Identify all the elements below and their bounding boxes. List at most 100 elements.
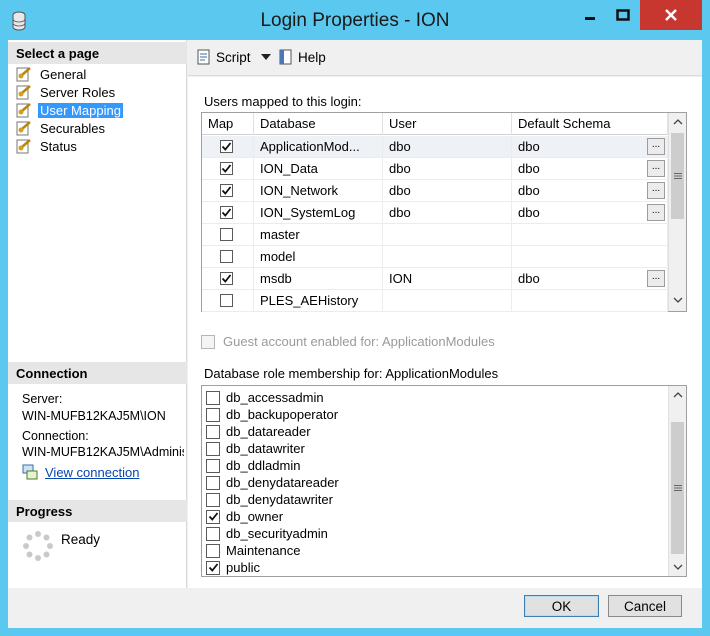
toolbar: Script Help: [188, 40, 702, 76]
user-cell[interactable]: dbo: [383, 180, 512, 202]
role-checkbox[interactable]: [206, 492, 220, 507]
default-schema-cell[interactable]: dbo...: [512, 136, 668, 158]
role-item[interactable]: db_backupoperator: [206, 406, 338, 423]
role-membership-label: Database role membership for: Applicatio…: [204, 366, 499, 381]
sidebar-item-label: Status: [40, 138, 77, 154]
role-item[interactable]: db_securityadmin: [206, 525, 328, 542]
database-cell: model: [254, 246, 383, 268]
scroll-down-button[interactable]: [669, 558, 686, 576]
map-checkbox[interactable]: [220, 140, 233, 153]
help-label: Help: [298, 49, 326, 65]
minimize-icon: [584, 17, 595, 20]
table-row[interactable]: ION_Network dbo dbo...: [202, 180, 668, 202]
table-row[interactable]: PLES_AEHistory: [202, 290, 668, 312]
role-checkbox[interactable]: [206, 458, 220, 473]
database-cell: ION_Network: [254, 180, 383, 202]
role-label: db_owner: [226, 509, 284, 524]
role-item[interactable]: db_ddladmin: [206, 457, 300, 474]
close-button[interactable]: [640, 0, 702, 30]
default-schema-cell[interactable]: dbo...: [512, 268, 668, 290]
table-row[interactable]: master: [202, 224, 668, 246]
column-header-map[interactable]: Map: [202, 113, 254, 135]
scroll-down-button[interactable]: [669, 291, 687, 309]
help-button[interactable]: Help: [278, 49, 326, 65]
map-cell: [202, 246, 254, 268]
scroll-thumb[interactable]: [671, 422, 684, 554]
browse-schema-button[interactable]: ...: [647, 270, 665, 287]
default-schema-cell[interactable]: dbo...: [512, 202, 668, 224]
scroll-thumb[interactable]: [671, 133, 684, 219]
user-cell[interactable]: [383, 224, 512, 246]
column-header-user[interactable]: User: [383, 113, 512, 135]
sidebar-item-label: General: [40, 66, 87, 82]
role-checkbox[interactable]: [206, 475, 220, 490]
roles-vertical-scrollbar[interactable]: [668, 386, 686, 576]
chevron-up-icon: [673, 392, 683, 398]
sidebar-item-user-mapping[interactable]: User Mapping: [16, 101, 123, 119]
default-schema-cell[interactable]: [512, 224, 668, 246]
sidebar-item-server-roles[interactable]: Server Roles: [16, 83, 117, 101]
user-cell[interactable]: dbo: [383, 202, 512, 224]
role-checkbox[interactable]: [206, 509, 220, 524]
table-row[interactable]: ApplicationMod... dbo dbo...: [202, 136, 668, 158]
script-button[interactable]: Script: [196, 49, 277, 65]
user-cell[interactable]: dbo: [383, 136, 512, 158]
role-item[interactable]: db_accessadmin: [206, 389, 324, 406]
checkmark-icon: [221, 208, 232, 217]
role-checkbox[interactable]: [206, 560, 220, 575]
users-mapped-grid[interactable]: Map Database User Default Schema Applica…: [201, 112, 687, 312]
table-row[interactable]: ION_Data dbo dbo...: [202, 158, 668, 180]
scroll-up-button[interactable]: [669, 386, 686, 404]
table-row[interactable]: msdb ION dbo...: [202, 268, 668, 290]
user-cell[interactable]: [383, 290, 512, 312]
map-checkbox[interactable]: [220, 272, 233, 285]
default-schema-cell[interactable]: dbo...: [512, 180, 668, 202]
view-connection-link[interactable]: View connection: [45, 465, 139, 480]
column-header-default-schema[interactable]: Default Schema: [512, 113, 668, 135]
sidebar-item-securables[interactable]: Securables: [16, 119, 107, 137]
browse-schema-button[interactable]: ...: [647, 160, 665, 177]
map-checkbox[interactable]: [220, 250, 233, 263]
browse-schema-button[interactable]: ...: [647, 182, 665, 199]
user-cell[interactable]: dbo: [383, 158, 512, 180]
ok-button[interactable]: OK: [524, 595, 599, 617]
role-checkbox[interactable]: [206, 424, 220, 439]
role-item[interactable]: db_owner: [206, 508, 283, 525]
role-item[interactable]: db_datareader: [206, 423, 311, 440]
default-schema-cell[interactable]: [512, 246, 668, 268]
maximize-button[interactable]: [606, 0, 639, 30]
browse-schema-button[interactable]: ...: [647, 204, 665, 221]
default-schema-cell[interactable]: dbo...: [512, 158, 668, 180]
grid-vertical-scrollbar[interactable]: [668, 113, 686, 311]
role-item[interactable]: db_datawriter: [206, 440, 305, 457]
role-item[interactable]: db_denydatareader: [206, 474, 339, 491]
table-row[interactable]: model: [202, 246, 668, 268]
user-cell[interactable]: [383, 246, 512, 268]
sidebar-item-general[interactable]: General: [16, 65, 88, 83]
role-membership-list[interactable]: db_accessadmin db_backupoperator db_datare…: [201, 385, 687, 577]
map-checkbox[interactable]: [220, 294, 233, 307]
sidebar-item-status[interactable]: Status: [16, 137, 79, 155]
map-checkbox[interactable]: [220, 206, 233, 219]
role-checkbox[interactable]: [206, 543, 220, 558]
role-checkbox[interactable]: [206, 407, 220, 422]
user-cell[interactable]: ION: [383, 268, 512, 290]
map-checkbox[interactable]: [220, 184, 233, 197]
role-item[interactable]: public: [206, 559, 260, 576]
map-checkbox[interactable]: [220, 162, 233, 175]
title-bar[interactable]: Login Properties - ION: [0, 0, 710, 40]
role-item[interactable]: Maintenance: [206, 542, 300, 559]
role-checkbox[interactable]: [206, 526, 220, 541]
role-checkbox[interactable]: [206, 390, 220, 405]
map-checkbox[interactable]: [220, 228, 233, 241]
guest-account-checkbox[interactable]: [201, 334, 215, 349]
default-schema-cell[interactable]: [512, 290, 668, 312]
minimize-button[interactable]: [573, 0, 606, 30]
role-checkbox[interactable]: [206, 441, 220, 456]
browse-schema-button[interactable]: ...: [647, 138, 665, 155]
cancel-button[interactable]: Cancel: [608, 595, 682, 617]
scroll-up-button[interactable]: [669, 113, 687, 131]
role-item[interactable]: db_denydatawriter: [206, 491, 333, 508]
column-header-database[interactable]: Database: [254, 113, 383, 135]
table-row[interactable]: ION_SystemLog dbo dbo...: [202, 202, 668, 224]
